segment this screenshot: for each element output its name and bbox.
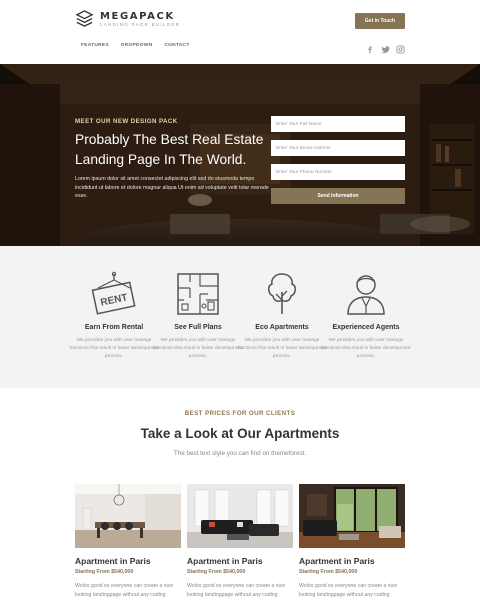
instagram-icon[interactable]	[396, 41, 405, 54]
svg-text:RENT: RENT	[100, 292, 129, 308]
feature-description: We provides you with user manage functio…	[153, 338, 243, 359]
apartment-photo[interactable]	[75, 484, 181, 548]
hero-eyebrow: MEET OUR NEW DESIGN PACK	[75, 118, 178, 125]
main-nav: FEATURES DROPDOWN CONTACT	[81, 43, 190, 48]
logo[interactable]: MEGAPACK LANDING PAGE BUILDER	[75, 10, 180, 29]
features-section: RENT Earn From Rental We provides you wi…	[0, 246, 480, 388]
logo-tagline: LANDING PAGE BUILDER	[100, 22, 181, 27]
apartment-title[interactable]: Apartment in Paris	[187, 556, 293, 566]
get-in-touch-button[interactable]: Get in Touch	[355, 13, 405, 29]
rent-sign-icon: RENT	[91, 271, 136, 315]
apartment-card[interactable]: Apartment in Paris Starting From $540,00…	[299, 484, 405, 600]
logo-name: MEGAPACK	[100, 11, 175, 22]
phone-field[interactable]	[271, 164, 405, 180]
nav-item-contact[interactable]: CONTACT	[164, 43, 189, 48]
twitter-icon[interactable]	[381, 41, 390, 54]
feature-title: Experienced Agents	[332, 324, 400, 331]
facebook-icon[interactable]	[366, 41, 375, 54]
nav-item-dropdown[interactable]: DROPDOWN	[121, 43, 152, 48]
site-header: MEGAPACK LANDING PAGE BUILDER Get in Tou…	[0, 0, 480, 64]
feature-description: We provides you with user manage functio…	[237, 338, 327, 359]
apartment-photo[interactable]	[299, 484, 405, 548]
apartment-title[interactable]: Apartment in Paris	[75, 556, 181, 566]
apartments-eyebrow: BEST PRICES FOR OUR CLIENTS	[184, 410, 296, 417]
apartment-price: Starting From $540,000	[75, 569, 134, 575]
apartment-card[interactable]: Apartment in Paris Starting From $540,00…	[187, 484, 293, 600]
contact-form: Send Information	[271, 116, 405, 204]
nav-item-features[interactable]: FEATURES	[81, 43, 109, 48]
stacked-cubes-icon	[75, 10, 94, 27]
apartment-description: Works good so everyone can create a nice…	[299, 583, 398, 598]
agent-icon	[347, 275, 385, 315]
apartment-photo[interactable]	[187, 484, 293, 548]
hero-title: Probably The Best Real Estate Landing Pa…	[75, 132, 264, 167]
social-links	[366, 41, 405, 54]
email-field[interactable]	[271, 140, 405, 156]
apartment-price: Starting From $540,000	[187, 569, 246, 575]
feature-description: We provides you with user manage functio…	[321, 338, 411, 359]
apartment-title[interactable]: Apartment in Paris	[299, 556, 405, 566]
send-information-button[interactable]: Send Information	[271, 188, 405, 204]
hero-description: Lorem ipsum dolor sit amet consectet adi…	[75, 176, 269, 199]
apartments-description: The best text style you can find on them…	[173, 450, 307, 457]
apartment-price: Starting From $540,000	[299, 569, 358, 575]
apartments-title: Take a Look at Our Apartments	[140, 426, 340, 441]
feature-description: We provides you with user manage functio…	[69, 338, 159, 359]
apartment-description: Works good so everyone can create a nice…	[187, 583, 286, 598]
floor-plan-icon	[177, 273, 219, 315]
apartment-card[interactable]: Apartment in Paris Starting From $540,00…	[75, 484, 181, 600]
apartment-description: Works good so everyone can create a nice…	[75, 583, 174, 598]
full-name-field[interactable]	[271, 116, 405, 132]
tree-icon	[268, 273, 296, 314]
